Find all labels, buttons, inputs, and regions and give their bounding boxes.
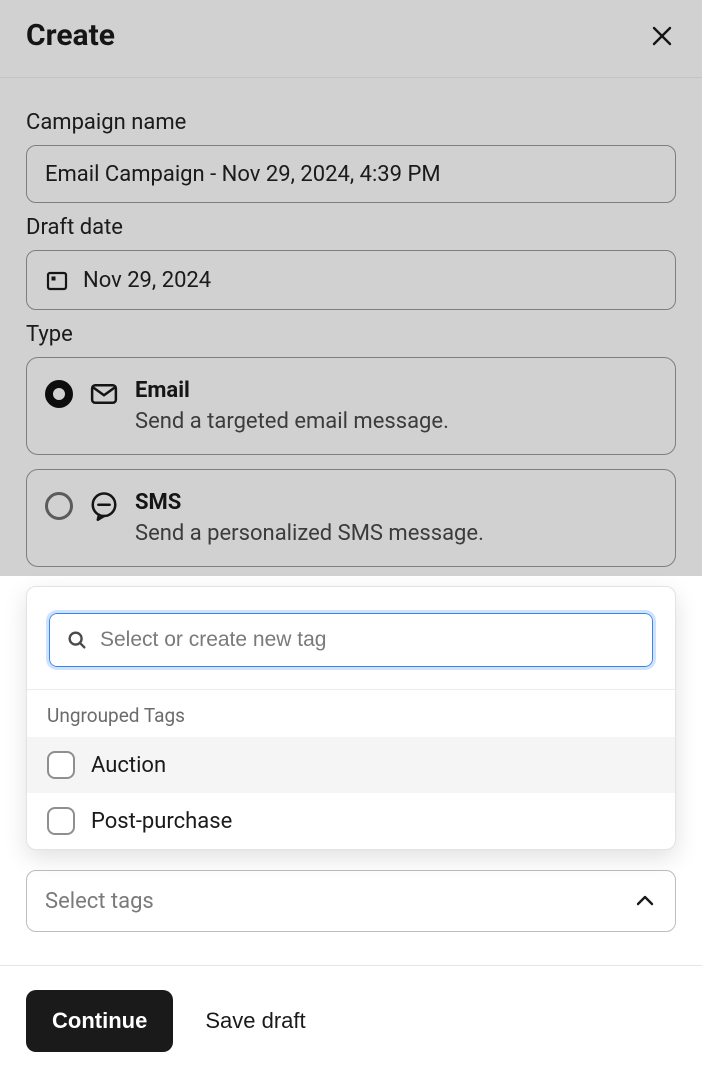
type-option-email[interactable]: Email Send a targeted email message. xyxy=(26,357,676,455)
tags-field-wrap: Select tags xyxy=(26,870,676,932)
tags-select-input[interactable]: Select tags xyxy=(26,870,676,932)
chevron-up-icon xyxy=(633,889,657,913)
type-sms-title: SMS xyxy=(135,490,484,515)
panel-body: Campaign name Email Campaign - Nov 29, 2… xyxy=(0,78,702,567)
panel-title: Create xyxy=(26,18,115,53)
continue-button[interactable]: Continue xyxy=(26,990,173,1052)
panel-footer: Continue Save draft xyxy=(0,965,702,1080)
type-email-desc: Send a targeted email message. xyxy=(135,409,449,434)
checkbox-unchecked[interactable] xyxy=(47,807,75,835)
type-option-email-text: Email Send a targeted email message. xyxy=(135,378,449,434)
type-option-sms[interactable]: SMS Send a personalized SMS message. xyxy=(26,469,676,567)
campaign-name-label: Campaign name xyxy=(26,110,676,135)
type-email-title: Email xyxy=(135,378,449,403)
campaign-name-value: Email Campaign - Nov 29, 2024, 4:39 PM xyxy=(45,162,441,187)
draft-date-input[interactable]: Nov 29, 2024 xyxy=(26,250,676,310)
close-icon xyxy=(650,24,674,48)
search-icon xyxy=(66,629,88,651)
tags-popover-search-wrap xyxy=(27,587,675,690)
type-sms-desc: Send a personalized SMS message. xyxy=(135,521,484,546)
calendar-icon xyxy=(45,268,69,292)
tags-popover: Ungrouped Tags Auction Post-purchase xyxy=(26,586,676,850)
email-icon xyxy=(89,379,119,409)
tag-option-label: Post-purchase xyxy=(91,809,232,834)
sms-icon xyxy=(89,491,119,521)
save-draft-button[interactable]: Save draft xyxy=(205,1008,305,1034)
campaign-name-input[interactable]: Email Campaign - Nov 29, 2024, 4:39 PM xyxy=(26,145,676,203)
tag-option-post-purchase[interactable]: Post-purchase xyxy=(27,793,675,849)
type-label: Type xyxy=(26,322,676,347)
type-option-sms-text: SMS Send a personalized SMS message. xyxy=(135,490,484,546)
tag-option-auction[interactable]: Auction xyxy=(27,737,675,793)
tags-select-placeholder: Select tags xyxy=(45,889,154,914)
tags-search-input[interactable] xyxy=(49,613,653,667)
tag-option-label: Auction xyxy=(91,753,166,778)
draft-date-value: Nov 29, 2024 xyxy=(83,268,211,293)
panel-header: Create xyxy=(0,0,702,78)
checkbox-unchecked[interactable] xyxy=(47,751,75,779)
create-panel: Create Campaign name Email Campaign - No… xyxy=(0,0,702,1080)
draft-date-label: Draft date xyxy=(26,215,676,240)
close-button[interactable] xyxy=(648,22,676,50)
tags-search-field[interactable] xyxy=(100,628,636,652)
radio-selected-icon xyxy=(45,380,73,408)
radio-unselected-icon xyxy=(45,492,73,520)
tags-group-label: Ungrouped Tags xyxy=(27,690,675,737)
